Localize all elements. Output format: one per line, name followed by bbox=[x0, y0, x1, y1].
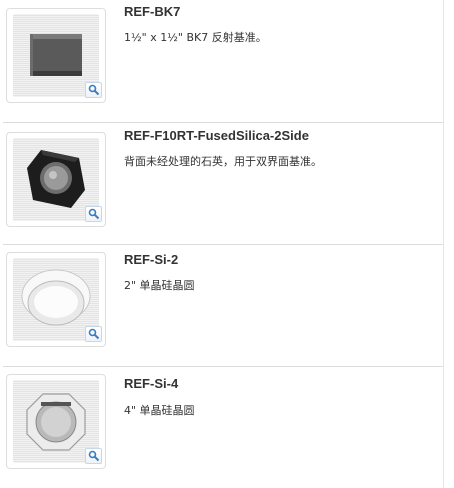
product-title[interactable]: REF-Si-2 bbox=[124, 252, 178, 267]
product-title[interactable]: REF-F10RT-FusedSilica-2Side bbox=[124, 128, 309, 143]
product-description: 2" 单晶硅晶圆 bbox=[124, 279, 195, 292]
product-description: 1½" x 1½" BK7 反射基准。 bbox=[124, 31, 267, 44]
right-border bbox=[443, 0, 444, 488]
product-item-fused-silica: REF-F10RT-FusedSilica-2Side 背面未经处理的石英，用于… bbox=[0, 124, 443, 248]
product-thumbnail[interactable] bbox=[6, 132, 106, 227]
zoom-button[interactable] bbox=[85, 326, 102, 342]
item-divider bbox=[3, 122, 443, 123]
product-description: 背面未经处理的石英，用于双界面基准。 bbox=[124, 155, 322, 168]
product-thumbnail[interactable] bbox=[6, 252, 106, 347]
product-thumbnail[interactable] bbox=[6, 374, 106, 469]
zoom-button[interactable] bbox=[85, 206, 102, 222]
product-thumbnail[interactable] bbox=[6, 8, 106, 103]
zoom-button[interactable] bbox=[85, 448, 102, 464]
zoom-button[interactable] bbox=[85, 82, 102, 98]
product-title[interactable]: REF-Si-4 bbox=[124, 376, 178, 391]
product-description: 4" 单晶硅晶圆 bbox=[124, 404, 195, 417]
product-list-page: REF-BK7 1½" x 1½" BK7 反射基准。 REF-F10RT-Fu… bbox=[0, 0, 454, 488]
product-item-si-4: REF-Si-4 4" 单晶硅晶圆 bbox=[0, 366, 443, 488]
product-title[interactable]: REF-BK7 bbox=[124, 4, 180, 19]
product-item-bk7: REF-BK7 1½" x 1½" BK7 反射基准。 bbox=[0, 0, 443, 124]
product-item-si-2: REF-Si-2 2" 单晶硅晶圆 bbox=[0, 244, 443, 368]
